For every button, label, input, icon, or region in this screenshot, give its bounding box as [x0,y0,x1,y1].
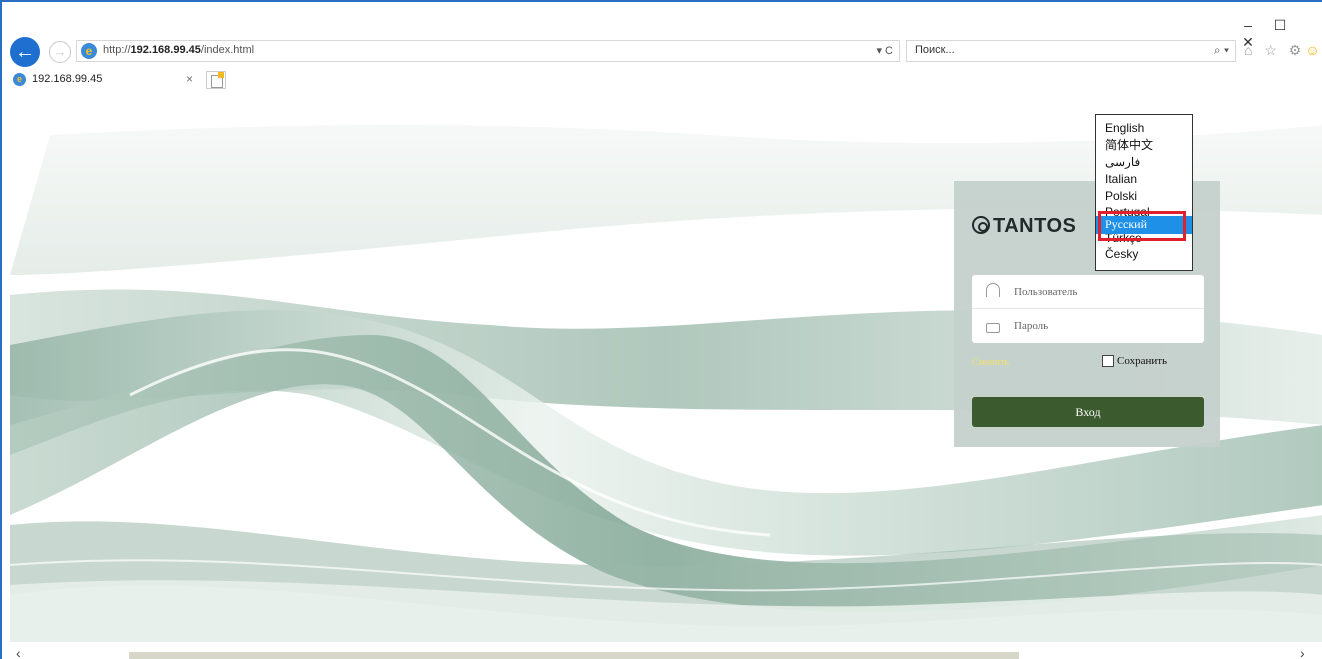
tantos-logo-icon [972,216,990,234]
browser-window: – ☐✕ ← → e http://192.168.99.45/index.htm… [0,0,1322,659]
search-placeholder: Поиск... [915,44,955,56]
language-option[interactable]: Portugal [1096,205,1192,216]
refresh-icon[interactable]: ▾ C [876,44,893,57]
language-option-selected[interactable]: Русский [1096,216,1192,234]
language-option[interactable]: 简体中文 [1096,137,1192,154]
forward-button[interactable]: → [49,41,71,63]
ie-icon: e [81,43,97,59]
lock-icon [986,323,1000,333]
scroll-left-icon[interactable]: ‹ [16,645,21,659]
new-tab-button[interactable] [206,71,226,89]
horizontal-scrollbar[interactable]: ‹ › [2,642,1322,659]
search-icon[interactable]: ⌕ ▾ [1214,43,1229,58]
tab-bar: e 192.168.99.45 × [10,69,1310,93]
language-option[interactable]: Polski [1096,188,1192,205]
tab-current[interactable]: e 192.168.99.45 × [10,69,200,93]
password-field[interactable]: Пароль [972,309,1204,343]
change-password-link[interactable]: Сменить [972,357,1009,368]
search-input[interactable]: Поиск... ⌕ ▾ [906,40,1236,62]
url-host: 192.168.99.45 [130,44,201,56]
tab-close-icon[interactable]: × [186,72,193,86]
language-dropdown[interactable]: English 简体中文 فارسی Italian Polski Portug… [1095,114,1193,271]
password-placeholder: Пароль [1014,320,1049,332]
username-placeholder: Пользователь [1014,286,1078,298]
smiley-icon[interactable]: ☺ [1305,42,1322,58]
tantos-logo: TANTOS [972,215,1076,238]
url-prefix: http:// [103,44,131,56]
login-button[interactable]: Вход [972,397,1204,427]
minimize-icon[interactable]: – [1236,17,1260,33]
language-option[interactable]: فارسی [1096,154,1192,171]
username-field[interactable]: Пользователь [972,275,1204,309]
maximize-icon[interactable]: ☐ [1268,17,1292,34]
url-path: /index.html [200,44,255,56]
language-option[interactable]: Italian [1096,171,1192,188]
toolbar-icons[interactable]: ⌂ ☆ ⚙☺ [1244,42,1322,59]
language-option[interactable]: Türkçe [1096,234,1192,246]
remember-label: Сохранить [1117,355,1168,367]
tab-label: 192.168.99.45 [32,73,103,85]
address-bar-row: ← → e http://192.168.99.45/index.html ▾ … [10,33,1322,67]
scroll-thumb[interactable] [129,652,1019,659]
language-option[interactable]: English [1096,120,1192,137]
url-text: http://192.168.99.45/index.html [103,44,254,56]
remember-checkbox[interactable] [1102,355,1114,367]
home-star-gear-icons[interactable]: ⌂ ☆ ⚙ [1244,42,1305,58]
ie-tab-icon: e [13,73,26,86]
language-option[interactable]: Česky [1096,246,1192,263]
back-button[interactable]: ← [10,37,40,67]
logo-text: TANTOS [993,215,1077,237]
url-input[interactable]: e http://192.168.99.45/index.html ▾ C [76,40,900,62]
credentials-box: Пользователь Пароль [972,275,1204,343]
scroll-right-icon[interactable]: › [1300,645,1305,659]
user-icon [986,283,1000,297]
